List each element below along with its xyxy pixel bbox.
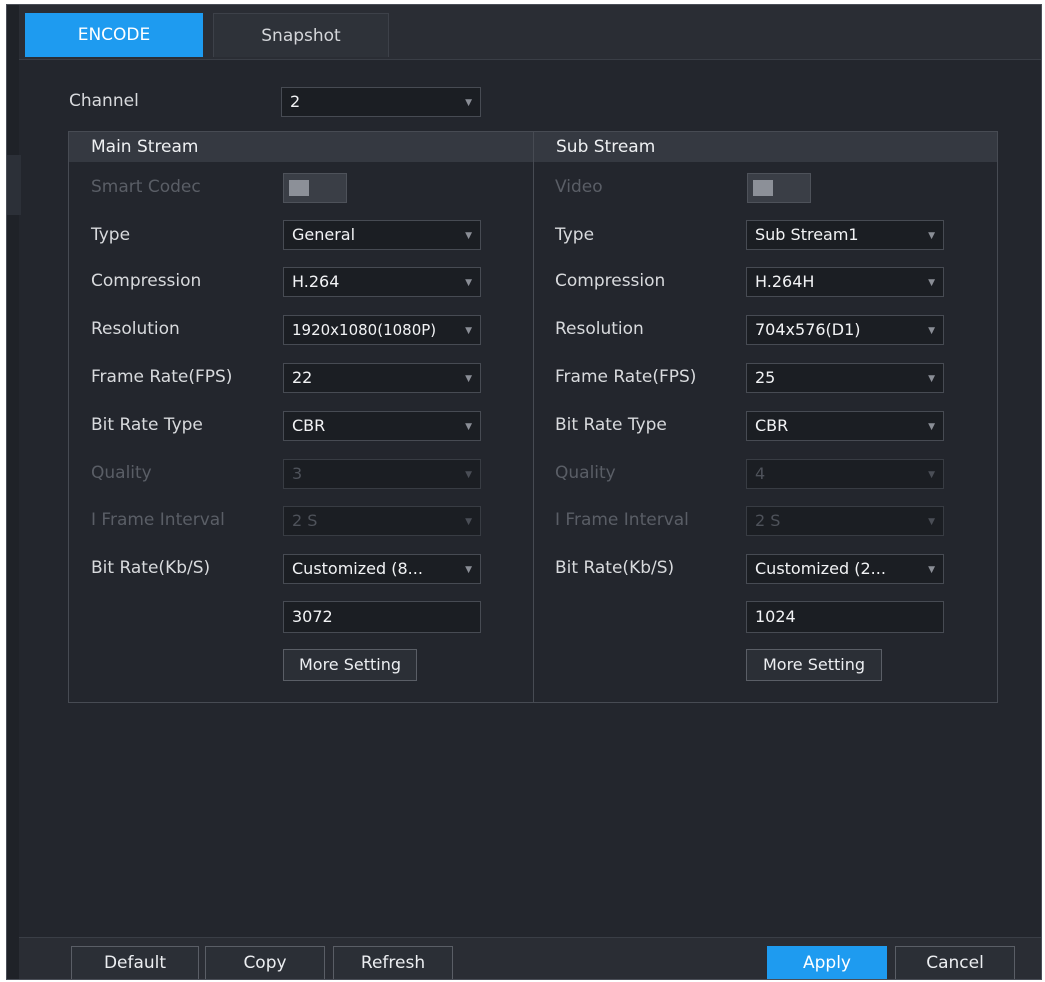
copy-button[interactable]: Copy <box>205 946 325 979</box>
sub-bit-rate-label: Bit Rate(Kb/S) <box>555 558 675 578</box>
default-button[interactable]: Default <box>71 946 199 979</box>
sub-bit-rate-type-select[interactable]: CBR ▼ <box>746 411 944 441</box>
toggle-knob <box>289 180 309 196</box>
main-type-select[interactable]: General ▼ <box>283 220 481 250</box>
chevron-down-icon: ▼ <box>465 517 472 527</box>
sub-type-label: Type <box>555 225 595 245</box>
chevron-down-icon: ▼ <box>928 517 935 527</box>
sub-bit-rate-select[interactable]: Customized (2... ▼ <box>746 554 944 584</box>
chevron-down-icon: ▼ <box>928 565 935 575</box>
sub-bit-rate-value: Customized (2... <box>755 559 886 578</box>
chevron-down-icon: ▼ <box>928 231 935 241</box>
sub-type-select[interactable]: Sub Stream1 ▼ <box>746 220 944 250</box>
toggle-knob <box>753 180 773 196</box>
main-bit-rate-input[interactable]: 3072 <box>283 601 481 633</box>
main-type-label: Type <box>91 225 131 245</box>
main-resolution-select[interactable]: 1920x1080(1080P) ▼ <box>283 315 481 345</box>
footer-bar: Default Copy Refresh Apply Cancel <box>19 937 1041 979</box>
sub-i-frame-interval-select: 2 S ▼ <box>746 506 944 536</box>
main-more-setting-button[interactable]: More Setting <box>283 649 417 681</box>
cancel-button[interactable]: Cancel <box>895 946 1015 979</box>
chevron-down-icon: ▼ <box>465 326 472 336</box>
chevron-down-icon: ▼ <box>465 98 472 108</box>
tab-encode[interactable]: ENCODE <box>25 13 203 57</box>
main-i-frame-interval-value: 2 S <box>292 511 318 530</box>
chevron-down-icon: ▼ <box>465 422 472 432</box>
main-stream-header: Main Stream <box>91 137 199 157</box>
main-i-frame-interval-label: I Frame Interval <box>91 510 225 530</box>
chevron-down-icon: ▼ <box>465 374 472 384</box>
tab-bar: ENCODE Snapshot <box>19 5 1041 60</box>
sub-frame-rate-select[interactable]: 25 ▼ <box>746 363 944 393</box>
main-bit-rate-label: Bit Rate(Kb/S) <box>91 558 211 578</box>
sub-i-frame-interval-label: I Frame Interval <box>555 510 689 530</box>
sub-compression-value: H.264H <box>755 272 815 291</box>
sub-type-value: Sub Stream1 <box>755 225 859 244</box>
sub-quality-select: 4 ▼ <box>746 459 944 489</box>
apply-button[interactable]: Apply <box>767 946 887 979</box>
sub-bit-rate-type-value: CBR <box>755 416 789 435</box>
chevron-down-icon: ▼ <box>928 422 935 432</box>
sub-frame-rate-value: 25 <box>755 368 776 387</box>
main-bit-rate-value: Customized (8... <box>292 559 423 578</box>
chevron-down-icon: ▼ <box>928 470 935 480</box>
sub-frame-rate-label: Frame Rate(FPS) <box>555 367 697 387</box>
main-frame-rate-select[interactable]: 22 ▼ <box>283 363 481 393</box>
sub-bit-rate-input[interactable]: 1024 <box>746 601 944 633</box>
main-frame-rate-label: Frame Rate(FPS) <box>91 367 233 387</box>
chevron-down-icon: ▼ <box>465 231 472 241</box>
chevron-down-icon: ▼ <box>928 374 935 384</box>
sub-more-setting-button[interactable]: More Setting <box>746 649 882 681</box>
sub-resolution-select[interactable]: 704x576(D1) ▼ <box>746 315 944 345</box>
main-resolution-label: Resolution <box>91 319 180 339</box>
main-compression-select[interactable]: H.264 ▼ <box>283 267 481 297</box>
chevron-down-icon: ▼ <box>928 278 935 288</box>
chevron-down-icon: ▼ <box>465 565 472 575</box>
stream-divider <box>533 132 534 702</box>
smart-codec-toggle[interactable] <box>283 173 347 203</box>
main-type-value: General <box>292 225 356 244</box>
main-bit-rate-type-value: CBR <box>292 416 326 435</box>
main-bit-rate-select[interactable]: Customized (8... ▼ <box>283 554 481 584</box>
sub-i-frame-interval-value: 2 S <box>755 511 781 530</box>
sub-resolution-label: Resolution <box>555 319 644 339</box>
chevron-down-icon: ▼ <box>928 326 935 336</box>
main-frame-rate-value: 22 <box>292 368 313 387</box>
left-edge <box>7 5 19 979</box>
main-compression-value: H.264 <box>292 272 340 291</box>
sub-compression-select[interactable]: H.264H ▼ <box>746 267 944 297</box>
tab-snapshot[interactable]: Snapshot <box>213 13 389 57</box>
sub-compression-label: Compression <box>555 271 666 291</box>
main-compression-label: Compression <box>91 271 202 291</box>
main-resolution-value: 1920x1080(1080P) <box>292 321 437 339</box>
main-i-frame-interval-select: 2 S ▼ <box>283 506 481 536</box>
main-quality-select: 3 ▼ <box>283 459 481 489</box>
sub-resolution-value: 704x576(D1) <box>755 320 861 339</box>
smart-codec-label: Smart Codec <box>91 177 201 197</box>
main-quality-value: 3 <box>292 464 303 483</box>
sub-stream-header: Sub Stream <box>556 137 656 157</box>
main-bit-rate-type-label: Bit Rate Type <box>91 415 203 435</box>
sub-quality-label: Quality <box>555 463 616 483</box>
sub-quality-value: 4 <box>755 464 766 483</box>
channel-label: Channel <box>69 91 139 111</box>
sub-bit-rate-type-label: Bit Rate Type <box>555 415 667 435</box>
video-toggle[interactable] <box>747 173 811 203</box>
main-quality-label: Quality <box>91 463 152 483</box>
chevron-down-icon: ▼ <box>465 278 472 288</box>
encode-settings-window: ENCODE Snapshot Channel 2 ▼ Main Stream … <box>6 4 1042 980</box>
refresh-button[interactable]: Refresh <box>333 946 453 979</box>
channel-value: 2 <box>290 92 301 111</box>
side-handle <box>7 155 21 215</box>
video-label: Video <box>555 177 603 197</box>
chevron-down-icon: ▼ <box>465 470 472 480</box>
main-bit-rate-type-select[interactable]: CBR ▼ <box>283 411 481 441</box>
channel-select[interactable]: 2 ▼ <box>281 87 481 117</box>
